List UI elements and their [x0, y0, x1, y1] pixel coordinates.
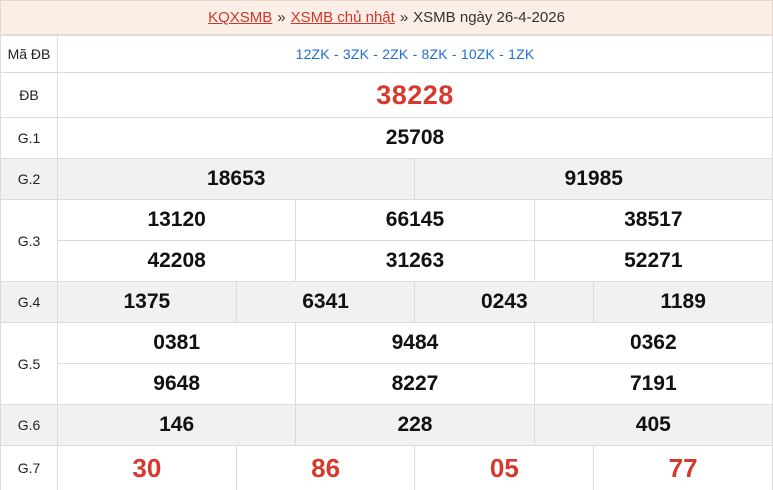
prize-3-number: 38517 — [533, 199, 773, 241]
breadcrumb-current: XSMB ngày 26-4-2026 — [413, 9, 565, 26]
prize-4-number: 6341 — [235, 281, 416, 323]
prize-6-label: G.6 — [0, 404, 58, 446]
prize-4-label: G.4 — [0, 281, 58, 323]
prize-2-number: 18653 — [56, 158, 416, 200]
breadcrumb-separator: » — [277, 9, 286, 26]
prize-2-row: G.2 18653 91985 — [0, 158, 773, 200]
breadcrumb-link-kqxsmb[interactable]: KQXSMB — [208, 9, 272, 26]
prize-4-number: 0243 — [414, 281, 595, 323]
prize-5-number: 9484 — [295, 322, 535, 364]
special-prize-number: 38228 — [57, 72, 773, 118]
prize-5-label: G.5 — [0, 322, 58, 405]
prize-7-number: 30 — [57, 445, 237, 490]
prize-3-number: 66145 — [295, 199, 535, 241]
breadcrumb: KQXSMB » XSMB chủ nhật » XSMB ngày 26-4-… — [0, 0, 773, 35]
prize-5-number: 0362 — [533, 322, 773, 364]
prize-5-row: G.5 0381 9484 0362 — [0, 322, 773, 405]
prize-7-number: 77 — [593, 445, 773, 490]
prize-1-row: G.1 25708 — [0, 117, 773, 159]
prize-4-number: 1375 — [57, 281, 237, 323]
breadcrumb-link-xsmb-chu-nhat[interactable]: XSMB chủ nhật — [291, 9, 395, 26]
prize-4-row: G.4 1375 6341 0243 1189 — [0, 281, 773, 323]
prize-3-number: 42208 — [56, 240, 297, 282]
prize-6-row: G.6 146 228 405 — [0, 404, 773, 446]
special-prize-row: ĐB 38228 — [0, 72, 773, 118]
prize-5-number: 8227 — [295, 363, 535, 405]
prize-6-number: 405 — [533, 404, 773, 446]
prize-3-row: 42208 31263 52271 — [1, 240, 773, 282]
prize-5-row: 9648 8227 7191 — [1, 363, 773, 405]
prize-3-row: G.3 13120 66145 38517 — [0, 199, 773, 282]
prize-6-number: 228 — [295, 404, 535, 446]
special-codes: 12ZK - 3ZK - 2ZK - 8ZK - 10ZK - 1ZK — [57, 35, 773, 73]
special-prize-label: ĐB — [0, 72, 58, 118]
prize-5-number: 9648 — [56, 363, 297, 405]
prize-7-number: 86 — [235, 445, 416, 490]
results-table: Mã ĐB 12ZK - 3ZK - 2ZK - 8ZK - 10ZK - 1Z… — [0, 35, 773, 490]
prize-1-label: G.1 — [0, 117, 58, 159]
breadcrumb-separator: » — [399, 9, 409, 26]
prize-4-number: 1189 — [593, 281, 773, 323]
prize-3-number: 31263 — [295, 240, 535, 282]
code-label: Mã ĐB — [0, 35, 58, 73]
prize-2-label: G.2 — [0, 158, 58, 200]
prize-7-number: 05 — [414, 445, 595, 490]
prize-3-number: 13120 — [56, 199, 297, 241]
prize-5-number: 0381 — [56, 322, 297, 364]
prize-7-label: G.7 — [0, 445, 58, 490]
prize-5-number: 7191 — [533, 363, 773, 405]
code-row: Mã ĐB 12ZK - 3ZK - 2ZK - 8ZK - 10ZK - 1Z… — [0, 35, 773, 73]
prize-1-number: 25708 — [57, 117, 773, 159]
prize-2-number: 91985 — [414, 158, 773, 200]
prize-3-label: G.3 — [0, 199, 58, 282]
prize-7-row: G.7 30 86 05 77 — [0, 445, 773, 490]
prize-6-number: 146 — [56, 404, 297, 446]
prize-3-number: 52271 — [533, 240, 773, 282]
